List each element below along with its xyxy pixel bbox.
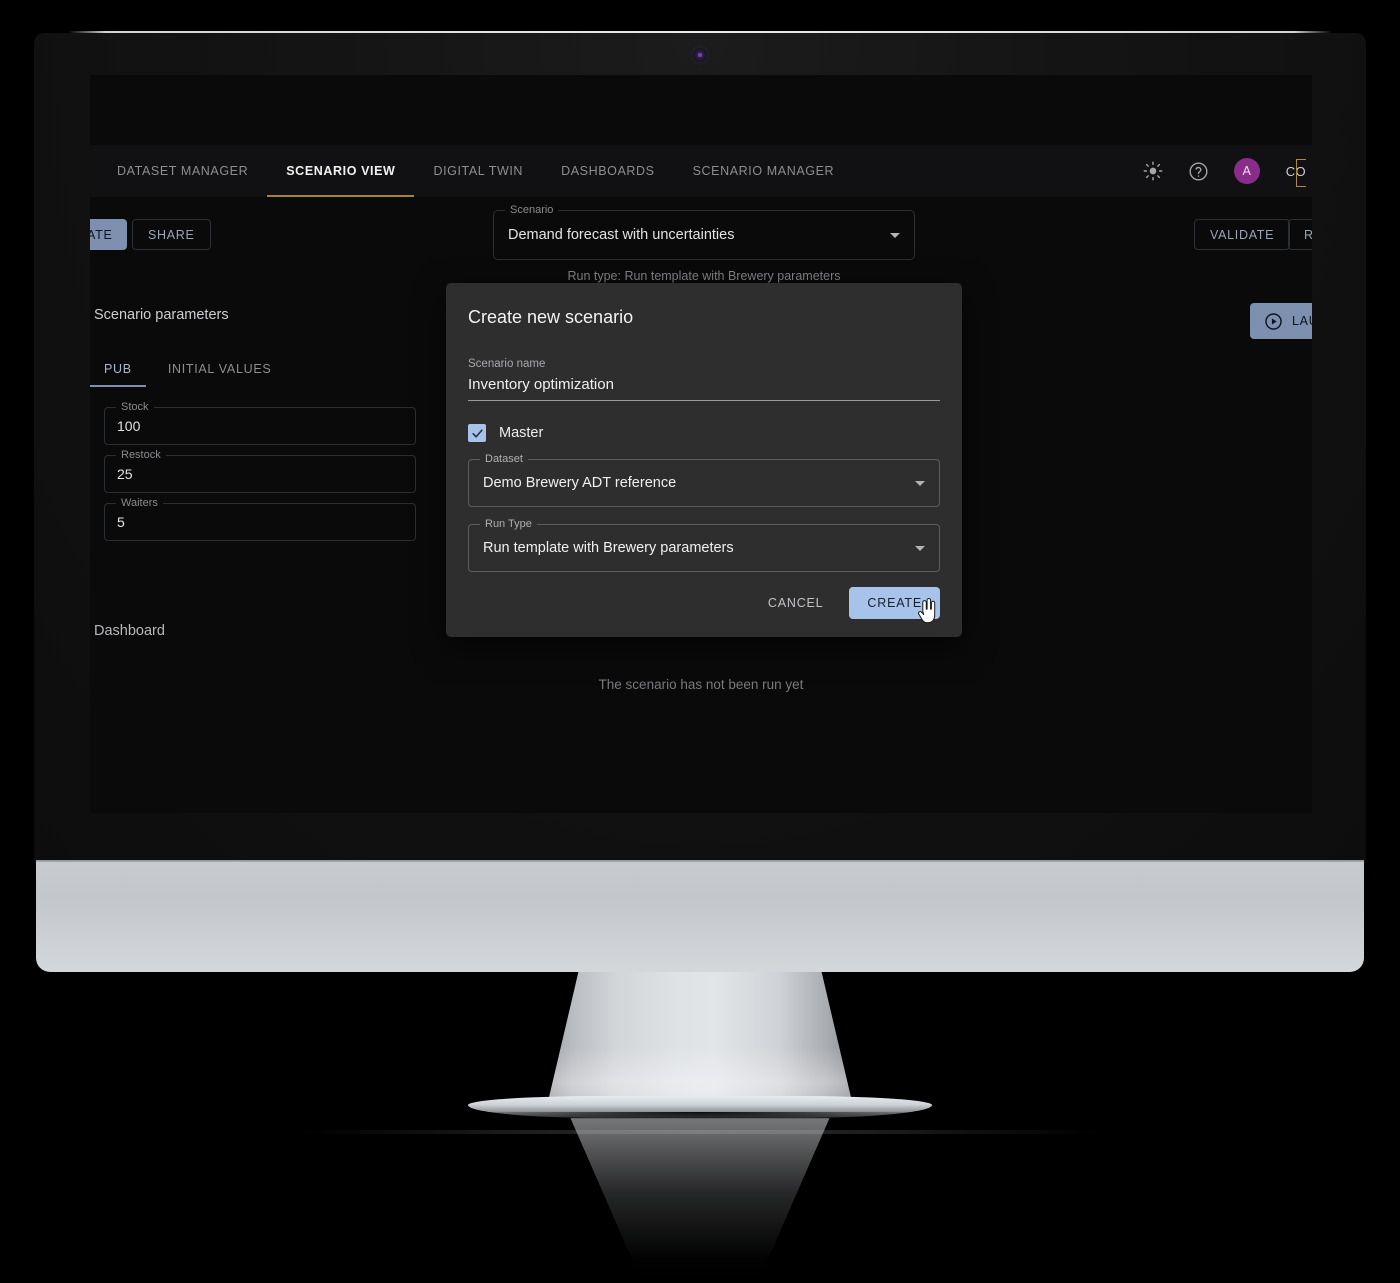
parameter-tab-pub[interactable]: PUB [90, 362, 150, 387]
nav-tab-dataset-manager[interactable]: DATASET MANAGER [98, 145, 267, 197]
parameter-tab-list: PUB INITIAL VALUES [90, 362, 289, 387]
nav-tab-label: SCENARIO VIEW [286, 164, 396, 178]
avatar[interactable]: A [1233, 158, 1260, 184]
restock-field-value: 25 [117, 466, 133, 482]
stock-field-label: Stock [116, 401, 154, 413]
waiters-field-label: Waiters [116, 497, 163, 509]
chevron-down-icon [915, 480, 925, 486]
confirm-create-button[interactable]: CREATE [849, 587, 940, 619]
scenario-toolbar: ATE SHARE Scenario Demand forecast with … [90, 197, 1312, 283]
restock-field-label: Restock [116, 449, 166, 461]
chevron-down-icon [890, 232, 900, 238]
stock-field[interactable]: Stock 100 [104, 401, 416, 445]
scenario-select-value: Demand forecast with uncertainties [508, 227, 735, 243]
launch-button-label: LAUN [1292, 314, 1312, 328]
dataset-select-label: Dataset [480, 453, 528, 465]
nav-tab-scenario-manager[interactable]: SCENARIO MANAGER [674, 145, 854, 197]
nav-tab-label: DASHBOARDS [561, 164, 655, 178]
restock-field[interactable]: Restock 25 [104, 449, 416, 493]
master-checkbox-row[interactable]: Master [468, 424, 940, 442]
parameter-tab-label: INITIAL VALUES [167, 362, 272, 376]
help-circle-icon[interactable] [1188, 160, 1210, 182]
launch-button[interactable]: LAUN [1250, 303, 1312, 339]
page-title: Scenario parameters [94, 307, 229, 323]
top-navigation-bar: DATASET MANAGER SCENARIO VIEW DIGITAL TW… [90, 145, 1312, 197]
nav-tab-list: DATASET MANAGER SCENARIO VIEW DIGITAL TW… [90, 145, 853, 197]
create-scenario-button[interactable]: ATE [90, 219, 128, 250]
brand-logo: CO [1284, 158, 1310, 187]
nav-tab-label: SCENARIO MANAGER [692, 164, 835, 178]
run-type-select-value: Run template with Brewery parameters [483, 540, 734, 556]
dashboard-section-title: Dashboard [94, 623, 165, 639]
brand-logo-text: CO [1285, 163, 1306, 179]
scenario-select-label: Scenario [505, 204, 559, 216]
waiters-field[interactable]: Waiters 5 [104, 497, 416, 541]
nav-tab-scenario-view[interactable]: SCENARIO VIEW [267, 145, 415, 197]
monitor-chin [36, 862, 1364, 972]
run-type-note: Run type: Run template with Brewery para… [567, 269, 841, 283]
waiters-field-value: 5 [117, 514, 125, 530]
run-type-select[interactable]: Run Type Run template with Brewery param… [468, 518, 940, 572]
sun-icon[interactable] [1142, 160, 1164, 182]
scenario-name-input[interactable] [468, 376, 940, 401]
dataset-select[interactable]: Dataset Demo Brewery ADT reference [468, 453, 940, 507]
stock-field-value: 100 [117, 418, 141, 434]
parameter-field-list: Stock 100 Restock 25 Waiters 5 [104, 401, 416, 551]
cancel-button[interactable]: CANCEL [758, 588, 834, 618]
dialog-title: Create new scenario [468, 307, 634, 327]
master-checkbox-label: Master [499, 425, 544, 441]
validate-button[interactable]: VALIDATE [1194, 219, 1291, 250]
create-scenario-dialog: Create new scenario Scenario name Master… [446, 283, 962, 637]
dialog-actions: CANCEL CREATE [758, 587, 940, 619]
dashboard-empty-message: The scenario has not been run yet [598, 677, 804, 692]
scenario-name-label: Scenario name [468, 358, 546, 370]
nav-tab-label: DATASET MANAGER [117, 164, 249, 178]
check-icon [471, 428, 483, 438]
nav-tab-digital-twin[interactable]: DIGITAL TWIN [414, 145, 542, 197]
scenario-select[interactable]: Scenario Demand forecast with uncertaint… [493, 204, 915, 260]
share-button[interactable]: SHARE [132, 219, 211, 250]
desktop-scene: DATASET MANAGER SCENARIO VIEW DIGITAL TW… [0, 0, 1400, 1283]
dataset-select-value: Demo Brewery ADT reference [483, 475, 677, 491]
nav-actions: A CO [1142, 145, 1312, 197]
avatar-initial: A [1242, 164, 1251, 178]
screen-viewport: DATASET MANAGER SCENARIO VIEW DIGITAL TW… [90, 75, 1312, 813]
master-checkbox[interactable] [468, 424, 486, 442]
chevron-down-icon [915, 545, 925, 551]
reset-button[interactable]: RE [1288, 219, 1312, 250]
nav-tab-label: DIGITAL TWIN [433, 164, 524, 178]
monitor-stand-neck [548, 972, 852, 1102]
play-circle-icon [1265, 312, 1282, 330]
parameter-tab-label: PUB [104, 362, 132, 376]
webcam-icon [693, 48, 707, 62]
run-type-select-label: Run Type [480, 518, 537, 530]
stand-reflection [570, 1118, 830, 1283]
parameter-tab-initial-values[interactable]: INITIAL VALUES [150, 362, 290, 387]
nav-tab-dashboards[interactable]: DASHBOARDS [542, 145, 674, 197]
